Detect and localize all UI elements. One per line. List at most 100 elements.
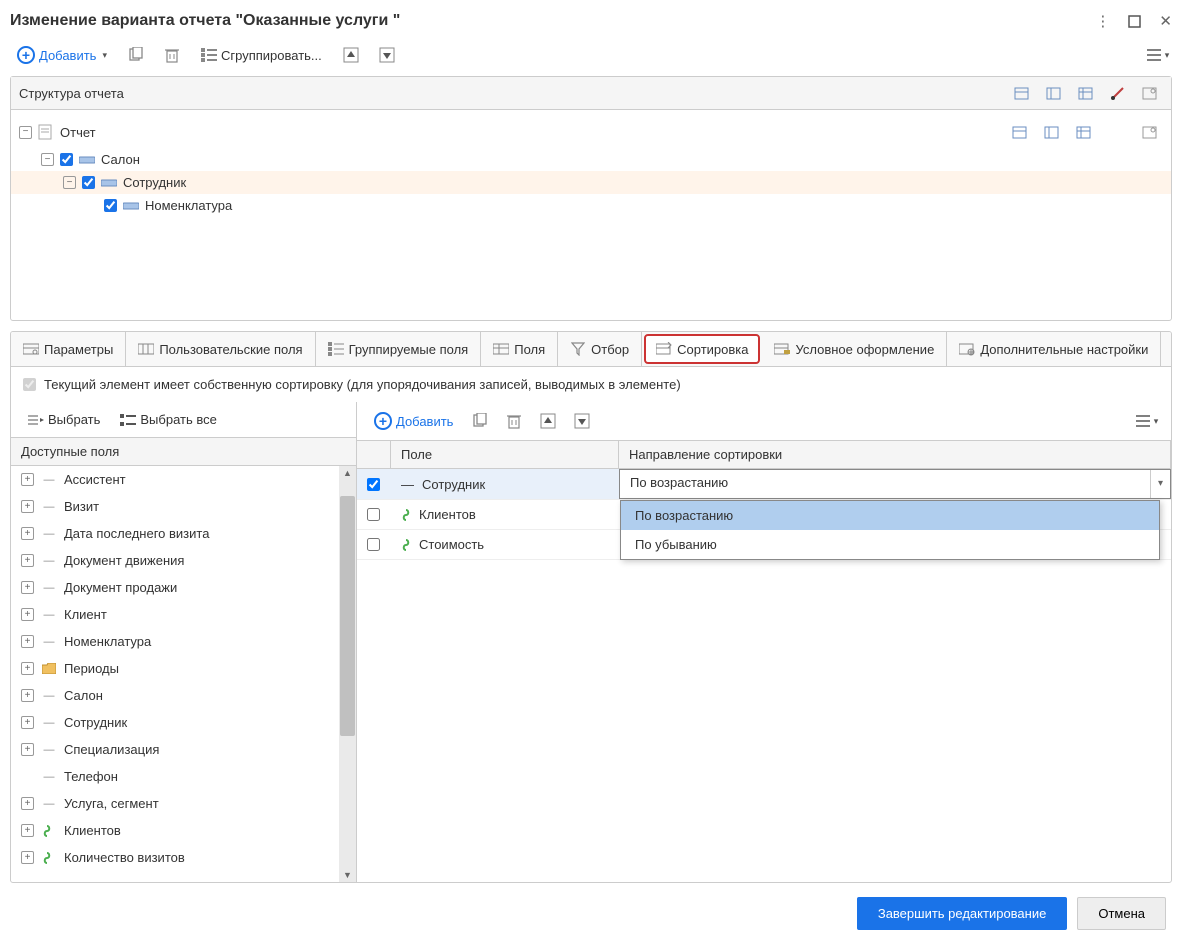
delete-icon[interactable] [500,409,528,433]
opt-icon-2[interactable] [1037,120,1065,144]
available-field-row[interactable]: +—Специализация [11,736,356,763]
expand-icon[interactable]: + [21,581,34,594]
dropdown-option[interactable]: По возрастанию [621,501,1159,530]
collapse-icon[interactable]: − [41,153,54,166]
folder-icon [42,663,56,674]
filter-icon [570,341,586,357]
move-down-icon[interactable] [568,409,596,433]
opt-icon-2[interactable] [1039,81,1067,105]
opt-icon-3[interactable] [1071,81,1099,105]
available-field-row[interactable]: +Периоды [11,655,356,682]
add-button[interactable]: + Добавить ▾ [10,42,114,68]
tree-checkbox[interactable] [60,153,73,166]
ref-icon: — [42,636,56,648]
available-field-row[interactable]: +Количество визитов [11,844,356,871]
available-field-row[interactable]: +—Сотрудник [11,709,356,736]
expand-icon[interactable]: + [21,554,34,567]
finish-button[interactable]: Завершить редактирование [857,897,1068,930]
add-sort-button[interactable]: + Добавить [367,408,460,434]
direction-value[interactable]: По возрастанию [630,475,728,490]
available-field-row[interactable]: +—Салон [11,682,356,709]
tab-filter[interactable]: Отбор [558,332,642,366]
tab-groupfields[interactable]: Группируемые поля [316,332,482,366]
cancel-button[interactable]: Отмена [1077,897,1166,930]
more-icon[interactable]: ⋮ [1095,12,1110,30]
move-up-icon[interactable] [534,409,562,433]
available-field-row[interactable]: —Телефон [11,763,356,790]
scroll-up-icon[interactable]: ▲ [343,466,352,480]
sort-row-checkbox[interactable] [367,478,380,491]
opt-icon-5[interactable] [1135,81,1163,105]
move-down-icon[interactable] [373,43,401,67]
sort-row-checkbox[interactable] [367,508,380,521]
select-all-button[interactable]: Выбрать все [113,408,223,431]
tab-cond[interactable]: Условное оформление [762,332,947,366]
ref-icon: — [42,771,56,783]
available-field-row[interactable]: +—Клиент [11,601,356,628]
delete-icon[interactable] [158,43,186,67]
expand-icon[interactable]: + [21,635,34,648]
dropdown-option[interactable]: По убыванию [621,530,1159,559]
move-up-icon[interactable] [337,43,365,67]
expand-icon[interactable]: + [21,527,34,540]
collapse-icon[interactable]: − [19,126,32,139]
close-icon[interactable]: ✕ [1159,12,1172,30]
tab-extra[interactable]: Дополнительные настройки [947,332,1161,366]
scroll-thumb[interactable] [340,496,355,736]
scroll-down-icon[interactable]: ▼ [343,868,352,882]
expand-icon[interactable]: + [21,824,34,837]
opt-icon-5[interactable] [1135,120,1163,144]
available-field-row[interactable]: +—Услуга, сегмент [11,790,356,817]
dropdown-icon[interactable]: ▾ [1150,470,1170,498]
available-field-row[interactable]: +—Дата последнего визита [11,520,356,547]
select-button[interactable]: Выбрать [21,408,107,431]
expand-icon[interactable]: + [21,689,34,702]
opt-icon-4[interactable] [1103,81,1131,105]
tree-item[interactable]: Номенклатура [11,194,1171,217]
available-field-row[interactable]: +—Документ продажи [11,574,356,601]
tree-checkbox[interactable] [104,199,117,212]
expand-icon[interactable]: + [21,608,34,621]
opt-icon-3[interactable] [1069,120,1097,144]
available-field-row[interactable]: +—Номенклатура [11,628,356,655]
tab-userfields[interactable]: Пользовательские поля [126,332,315,366]
field-label: Дата последнего визита [64,526,209,541]
opt-icon-1[interactable] [1005,120,1033,144]
available-field-row[interactable]: +—Визит [11,493,356,520]
maximize-icon[interactable] [1128,15,1141,28]
expand-icon[interactable]: + [21,851,34,864]
own-sort-checkbox[interactable] [23,378,36,391]
group-icon [79,155,95,165]
available-fields-panel: Выбрать Выбрать все Доступные поля ▲ ▼ [11,402,357,882]
available-field-row[interactable]: +Клиентов [11,817,356,844]
tree-checkbox[interactable] [82,176,95,189]
params-icon [23,341,39,357]
tab-params[interactable]: Параметры [11,332,126,366]
sort-row-checkbox[interactable] [367,538,380,551]
copy-icon[interactable] [466,409,494,433]
tab-sort[interactable]: Сортировка [644,334,760,364]
hamburger-menu-icon[interactable]: ▾ [1144,43,1172,67]
sum-icon [42,852,56,864]
tree-report-row[interactable]: − Отчет [11,116,1171,148]
copy-icon[interactable] [122,43,150,67]
opt-icon-1[interactable] [1007,81,1035,105]
sort-row[interactable]: —СотрудникПо возрастанию▾По возрастаниюП… [357,469,1171,500]
expand-icon[interactable]: + [21,743,34,756]
tree-item[interactable]: −Сотрудник [11,171,1171,194]
expand-icon[interactable]: + [21,473,34,486]
expand-icon[interactable]: + [21,716,34,729]
hamburger-menu-icon[interactable]: ▾ [1133,409,1161,433]
collapse-icon[interactable]: − [63,176,76,189]
tab-fields[interactable]: Поля [481,332,558,366]
available-field-row[interactable]: +—Документ движения [11,547,356,574]
group-button[interactable]: Сгруппировать... [194,44,329,67]
tree-item[interactable]: −Салон [11,148,1171,171]
available-field-row[interactable]: +—Ассистент [11,466,356,493]
structure-header: Структура отчета [19,86,124,101]
expand-icon[interactable]: + [21,797,34,810]
sum-icon [401,509,411,521]
expand-icon[interactable]: + [21,500,34,513]
scrollbar[interactable]: ▲ ▼ [339,466,356,882]
expand-icon[interactable]: + [21,662,34,675]
